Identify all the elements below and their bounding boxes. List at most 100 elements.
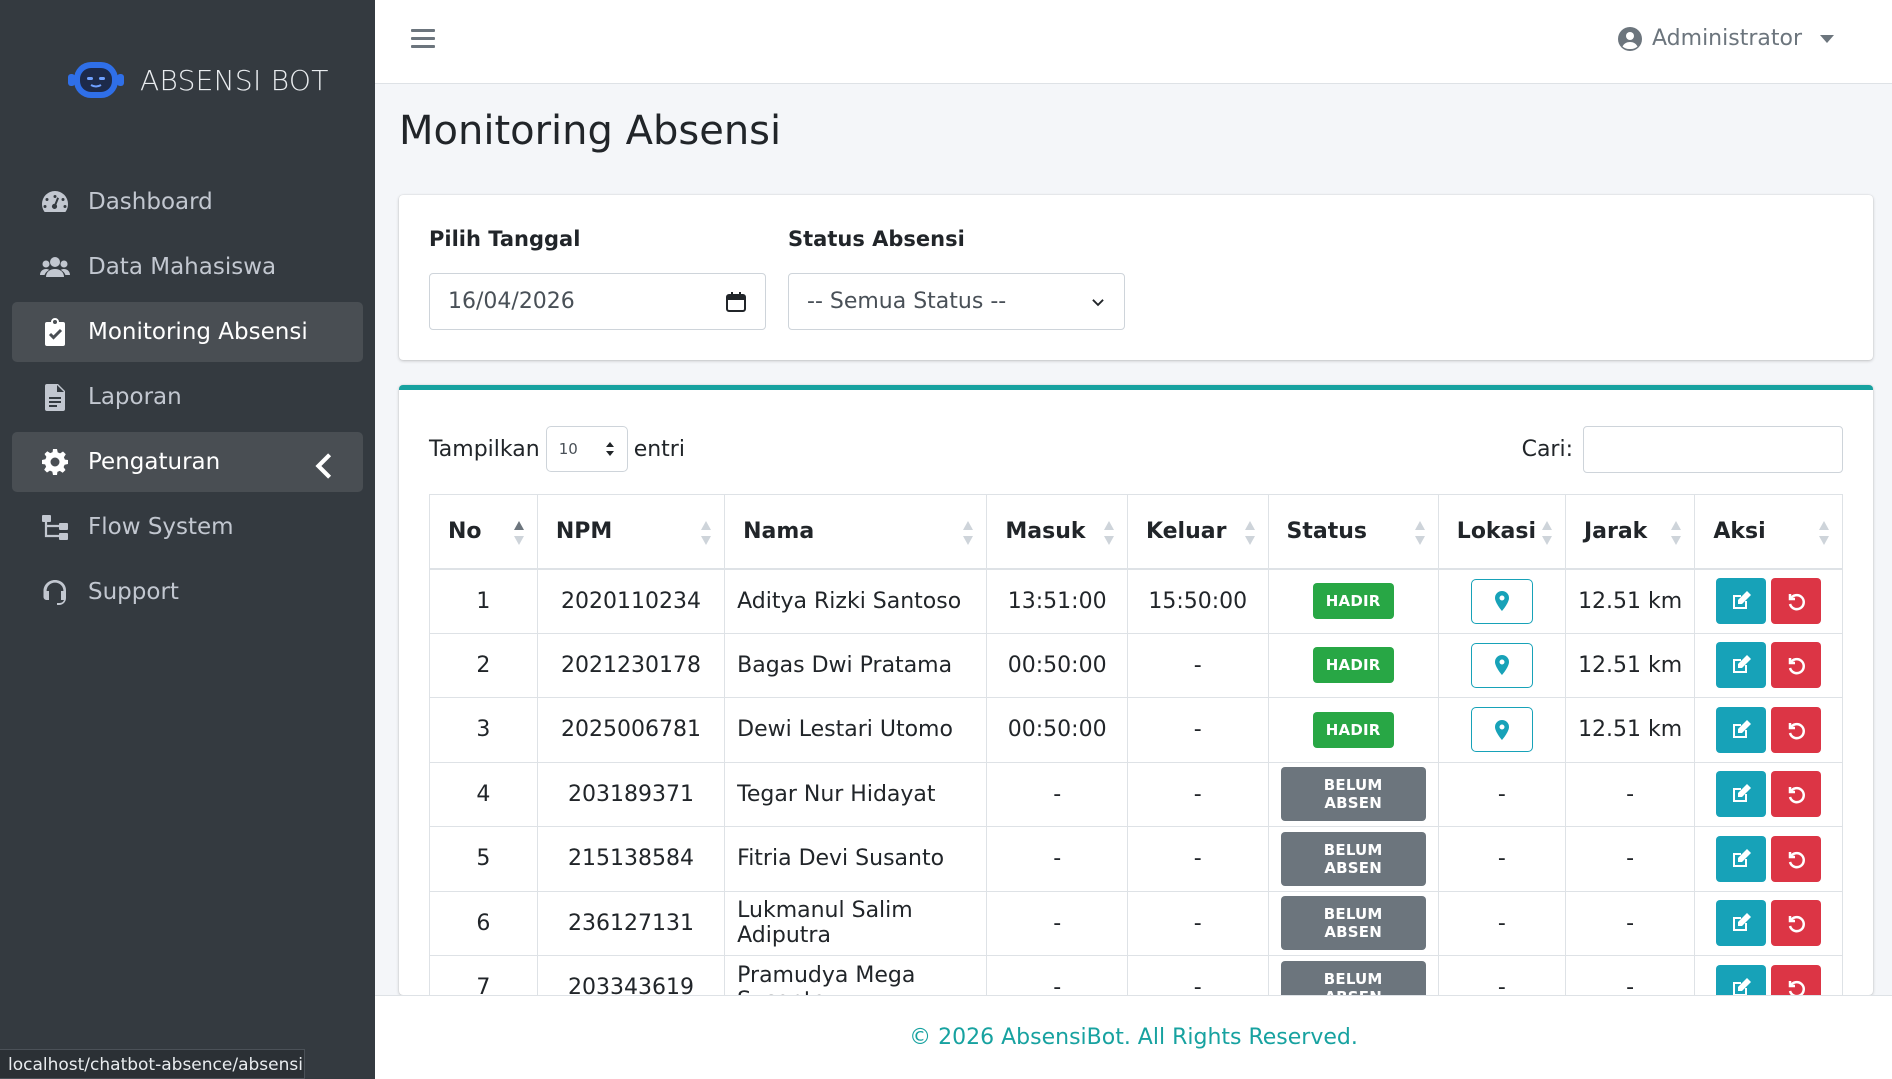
location-button[interactable] <box>1470 707 1533 753</box>
location-button[interactable] <box>1470 642 1533 688</box>
table-body: 1 2020110234 Aditya Rizki Santoso 13:51:00 1… <box>429 568 1843 995</box>
page-length-control: Tampilkan 10 entri <box>429 426 685 472</box>
cell-npm: 2020110234 <box>536 568 726 634</box>
menu-toggle-icon[interactable] <box>411 29 435 53</box>
reset-button[interactable] <box>1771 771 1822 818</box>
cell-masuk: 00:50:00 <box>986 697 1128 763</box>
cell-status: BELUM ABSEN <box>1267 761 1439 827</box>
cell-aksi <box>1694 826 1843 892</box>
date-input[interactable]: 16/04/2026 <box>429 273 766 330</box>
sidebar-item-data-mahasiswa[interactable]: Data Mahasiswa <box>12 237 363 297</box>
location-button[interactable] <box>1470 578 1533 624</box>
sidebar-item-label: Dashboard <box>88 189 213 215</box>
sidebar-item-pengaturan[interactable]: Pengaturan <box>12 432 363 492</box>
show-label: Tampilkan <box>429 436 540 462</box>
cell-lokasi: - <box>1437 761 1566 827</box>
edit-button[interactable] <box>1716 578 1767 624</box>
column-header-nama[interactable]: Nama <box>724 494 988 570</box>
cell-keluar: - <box>1126 632 1269 698</box>
cell-aksi <box>1694 955 1843 995</box>
column-header-label: Status <box>1286 518 1367 544</box>
sidebar-item-support[interactable]: Support <box>12 562 363 622</box>
reset-button[interactable] <box>1771 900 1822 947</box>
undo-icon <box>1788 787 1806 804</box>
column-header-no[interactable]: No <box>429 494 538 570</box>
headset-icon <box>43 580 67 605</box>
column-header-npm[interactable]: NPM <box>536 494 726 570</box>
users-icon <box>40 257 70 277</box>
sidebar-item-label: Support <box>88 579 179 605</box>
cell-masuk: - <box>986 761 1128 827</box>
column-header-label: NPM <box>555 518 613 544</box>
edit-button[interactable] <box>1716 964 1767 995</box>
edit-button[interactable] <box>1716 835 1767 882</box>
edit-icon <box>1733 719 1752 738</box>
cell-aksi <box>1694 697 1843 763</box>
sidebar-item-laporan[interactable]: Laporan <box>12 367 363 427</box>
sort-icon <box>701 521 712 545</box>
user-circle-icon <box>1618 26 1643 51</box>
column-header-jarak[interactable]: Jarak <box>1564 494 1696 570</box>
reset-button[interactable] <box>1771 835 1822 882</box>
sort-icon <box>1541 521 1552 545</box>
sort-icon <box>513 521 524 545</box>
cell-lokasi <box>1437 632 1566 698</box>
cell-jarak: - <box>1564 955 1696 995</box>
cell-nama: Tegar Nur Hidayat <box>724 761 988 827</box>
filter-card: Pilih Tanggal 16/04/2026 Status Absensi … <box>399 195 1873 360</box>
cell-masuk: - <box>986 826 1128 892</box>
status-select[interactable]: -- Semua Status -- <box>788 273 1125 330</box>
table-row: 5 215138584 Fitria Devi Susanto - - BELUM ABS… <box>429 826 1843 892</box>
undo-icon <box>1788 980 1806 995</box>
edit-button[interactable] <box>1716 771 1767 818</box>
calendar-icon[interactable] <box>725 291 747 313</box>
cell-lokasi <box>1437 697 1566 763</box>
cell-masuk: 00:50:00 <box>986 632 1128 698</box>
cell-aksi <box>1694 890 1843 956</box>
cell-no: 5 <box>429 826 538 892</box>
topbar: Administrator <box>375 0 1892 84</box>
search-input[interactable] <box>1583 426 1843 473</box>
edit-button[interactable] <box>1716 642 1767 689</box>
sort-icon <box>1244 521 1255 545</box>
map-marker-icon <box>1494 591 1509 611</box>
page-length-select[interactable]: 10 <box>545 426 628 472</box>
reset-button[interactable] <box>1771 964 1822 995</box>
cell-no: 4 <box>429 761 538 827</box>
column-header-keluar[interactable]: Keluar <box>1126 494 1269 570</box>
sidebar-item-monitoring-absensi[interactable]: Monitoring Absensi <box>12 302 363 362</box>
sort-icon <box>1671 521 1682 545</box>
edit-button[interactable] <box>1716 900 1767 947</box>
edit-button[interactable] <box>1716 706 1767 753</box>
cell-lokasi <box>1437 568 1566 634</box>
cell-jarak: - <box>1564 890 1696 956</box>
brand[interactable]: ABSENSI BOT <box>0 0 375 160</box>
sidebar-item-flow-system[interactable]: Flow System <box>12 497 363 557</box>
brand-name: ABSENSI BOT <box>140 63 329 97</box>
undo-icon <box>1788 722 1806 740</box>
attendance-table: No NPM Nama Masuk Keluar Status Lokasi Jarak Aks… <box>429 494 1843 995</box>
cell-keluar: - <box>1126 890 1269 956</box>
cell-masuk: 13:51:00 <box>986 568 1128 634</box>
column-header-aksi[interactable]: Aksi <box>1694 494 1843 570</box>
file-icon <box>45 384 65 411</box>
sidebar-item-label: Flow System <box>88 514 234 540</box>
cell-status: HADIR <box>1267 568 1439 634</box>
reset-button[interactable] <box>1771 578 1822 624</box>
reset-button[interactable] <box>1771 706 1822 753</box>
sort-icon <box>1414 521 1425 545</box>
user-menu[interactable]: Administrator <box>1618 26 1834 51</box>
cell-jarak: - <box>1564 761 1696 827</box>
table-row: 3 2025006781 Dewi Lestari Utomo 00:50:00- HA… <box>429 697 1843 763</box>
sidebar-item-label: Monitoring Absensi <box>88 319 308 345</box>
edit-icon <box>1733 784 1752 803</box>
column-header-masuk[interactable]: Masuk <box>986 494 1128 570</box>
column-header-status[interactable]: Status <box>1267 494 1439 570</box>
column-header-lokasi[interactable]: Lokasi <box>1437 494 1566 570</box>
cell-keluar: 15:50:00 <box>1126 568 1269 634</box>
sidebar-item-dashboard[interactable]: Dashboard <box>12 172 363 232</box>
cell-lokasi: - <box>1437 826 1566 892</box>
edit-icon <box>1733 913 1752 932</box>
reset-button[interactable] <box>1771 642 1822 689</box>
footer: © 2026 AbsensiBot. All Rights Reserved. <box>375 995 1892 1079</box>
